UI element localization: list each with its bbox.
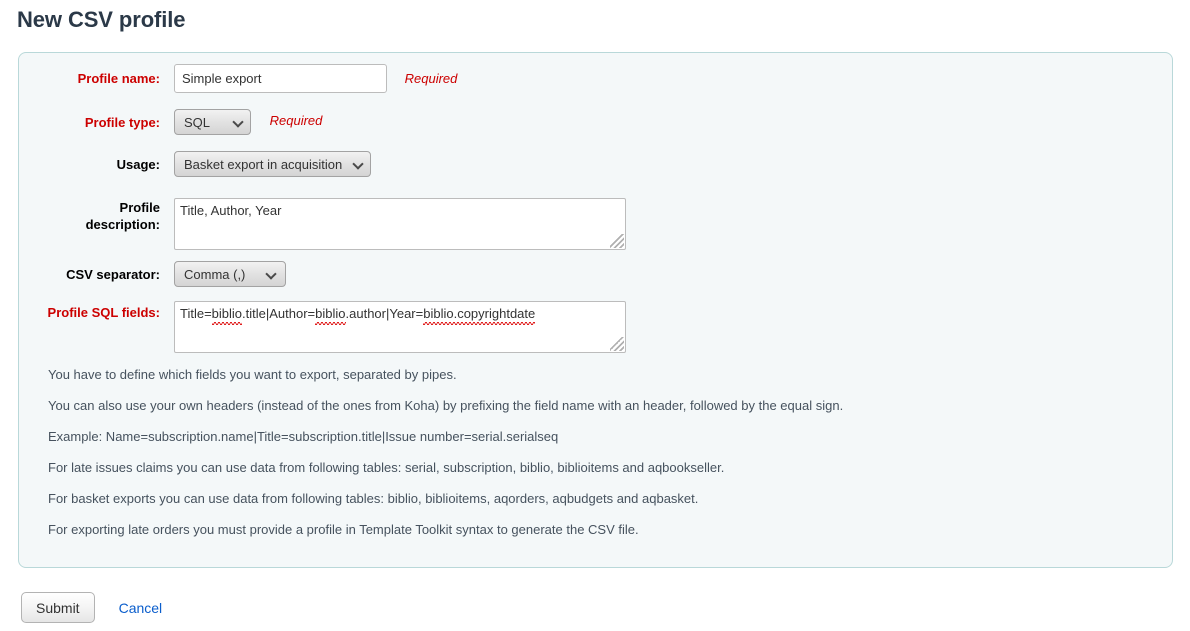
resize-grip-icon[interactable] [610, 234, 624, 248]
profile-sql-fields-textarea[interactable]: Title=biblio.title|Author=biblio.author|… [174, 301, 626, 353]
csv-separator-select[interactable]: Comma (,) [174, 261, 287, 287]
form-actions: Submit Cancel [21, 592, 162, 623]
profile-description-label-line1: Profile [119, 200, 160, 215]
submit-button[interactable]: Submit [21, 592, 95, 623]
help-line: For basket exports you can use data from… [48, 491, 699, 506]
csv-profile-page: New CSV profile Profile name: Required P… [0, 0, 1190, 631]
usage-select[interactable]: Basket export in acquisition [174, 151, 372, 177]
usage-selected-value: Basket export in acquisition [184, 156, 343, 172]
csv-profile-form-panel: Profile name: Required Profile type: SQL… [18, 52, 1173, 568]
profile-sql-fields-value: Title=biblio.title|Author=biblio.author|… [180, 306, 619, 325]
chevron-down-icon [267, 270, 276, 279]
help-line: You have to define which fields you want… [48, 367, 457, 382]
csv-separator-control: Comma (,) [174, 261, 287, 287]
profile-name-required-hint: Required [404, 71, 458, 86]
csv-separator-selected-value: Comma (,) [184, 266, 246, 282]
sql-misspelled-word-2: biblio [315, 306, 346, 325]
chevron-down-icon [354, 160, 363, 169]
profile-description-textarea[interactable]: Title, Author, Year [174, 198, 626, 250]
sql-misspelled-word-1: biblio [211, 306, 243, 325]
csv-separator-select-wrap: Comma (,) [174, 261, 287, 287]
resize-grip-icon[interactable] [610, 337, 624, 351]
profile-sql-fields-label: Profile SQL fields: [47, 305, 160, 320]
profile-name-input[interactable] [174, 64, 387, 93]
help-line: For late issues claims you can use data … [48, 460, 725, 475]
cancel-link[interactable]: Cancel [119, 600, 163, 616]
profile-name-label: Profile name: [77, 71, 160, 86]
csv-separator-label: CSV separator: [66, 267, 160, 282]
profile-name-control: Required [174, 64, 457, 93]
profile-type-control: SQL Required [174, 109, 322, 135]
page-title: New CSV profile [17, 7, 186, 32]
usage-select-wrap: Basket export in acquisition [174, 151, 372, 177]
profile-type-required-hint: Required [269, 113, 323, 129]
help-line: For exporting late orders you must provi… [48, 522, 639, 537]
sql-text-part-2: .title|Author= [242, 306, 316, 321]
profile-type-select-wrap: SQL [174, 109, 251, 135]
profile-description-value: Title, Author, Year [180, 203, 282, 218]
profile-type-label: Profile type: [84, 115, 160, 130]
profile-type-selected-value: SQL [184, 114, 211, 130]
sql-text-part-1: Title= [180, 306, 212, 321]
profile-type-select[interactable]: SQL [174, 109, 251, 135]
profile-description-control: Title, Author, Year [174, 198, 626, 250]
profile-sql-fields-control: Title=biblio.title|Author=biblio.author|… [174, 301, 626, 353]
help-line: You can also use your own headers (inste… [48, 398, 844, 413]
sql-misspelled-word-3: biblio.copyrightdate [423, 306, 536, 325]
chevron-down-icon [234, 118, 243, 127]
profile-description-label-line2: description: [85, 217, 160, 232]
help-line: Example: Name=subscription.name|Title=su… [48, 429, 559, 444]
help-text-block: You have to define which fields you want… [48, 366, 1148, 538]
usage-control: Basket export in acquisition [174, 151, 372, 177]
profile-description-label: Profile description: [19, 199, 160, 233]
sql-text-part-3: .author|Year= [345, 306, 424, 321]
usage-label: Usage: [116, 157, 160, 172]
